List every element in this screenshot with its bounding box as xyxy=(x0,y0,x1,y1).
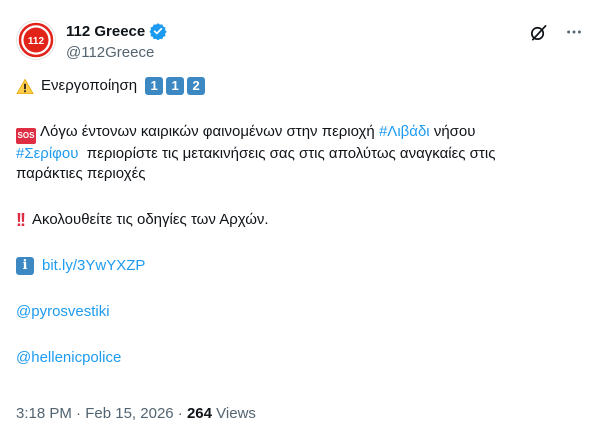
tweet-top-actions xyxy=(528,22,584,42)
hashtag-livadi[interactable]: #Λιβάδι xyxy=(379,123,430,140)
slash-circle-icon xyxy=(530,24,546,40)
meta-separator: · xyxy=(177,405,183,422)
tweet-date[interactable]: Feb 15, 2026 xyxy=(85,405,173,422)
mention-hellenicpolice[interactable]: @hellenicpolice xyxy=(16,348,121,368)
avatar[interactable]: 112 xyxy=(16,20,56,60)
tweet-line-link: i bit.ly/3YwYXZP xyxy=(16,256,582,276)
tweet-line-mention-2: @hellenicpolice xyxy=(16,348,582,368)
short-link[interactable]: bit.ly/3YwYXZP xyxy=(42,256,145,276)
author-name-row: 112 Greece xyxy=(66,22,167,40)
sos-icon: SOS xyxy=(16,128,36,144)
warning-text-4: παράκτιες περιοχές xyxy=(16,165,146,182)
tweet-meta: 3:18 PM · Feb 15, 2026 · 264 Views xyxy=(16,405,256,422)
author-handle[interactable]: @112Greece xyxy=(66,44,154,61)
more-button[interactable] xyxy=(564,22,584,42)
keycap-2: 2 xyxy=(187,77,206,95)
meta-separator: · xyxy=(76,405,82,422)
tweet-line-mention-1: @pyrosvestiki xyxy=(16,302,582,322)
views-label: Views xyxy=(216,405,256,422)
double-exclamation-icon: !! xyxy=(16,210,26,230)
keycap-1: 1 xyxy=(145,77,164,95)
tweet-body: Ενεργοποίηση 1 1 2 SOS Λόγω έντονων καιρι… xyxy=(16,76,582,368)
grok-button[interactable] xyxy=(528,22,548,42)
info-icon: i xyxy=(16,257,34,275)
keycap-1: 1 xyxy=(166,77,185,95)
instructions-text: Ακολουθείτε τις οδηγίες των Αρχών. xyxy=(32,211,269,228)
tweet-line-activation: Ενεργοποίηση 1 1 2 xyxy=(16,76,582,96)
verified-badge-icon xyxy=(149,23,167,40)
warning-icon xyxy=(16,78,34,94)
mention-pyrosvestiki[interactable]: @pyrosvestiki xyxy=(16,302,110,322)
tweet-paragraph-warning: SOS Λόγω έντονων καιρικών φαινομένων στην… xyxy=(16,122,582,184)
hashtag-serifou[interactable]: #Σερίφου xyxy=(16,145,78,162)
warning-text-3: περιορίστε τις μετακινήσεις σας στις απο… xyxy=(86,145,496,162)
avatar-text: 112 xyxy=(28,36,45,47)
avatar-logo-icon: 112 xyxy=(18,22,54,58)
tweet-line-instructions: !! Ακολουθείτε τις οδηγίες των Αρχών. xyxy=(16,210,582,230)
activation-text: Ενεργοποίηση xyxy=(41,77,138,94)
warning-text-2: νήσου xyxy=(433,123,476,140)
tweet-time[interactable]: 3:18 PM xyxy=(16,405,72,422)
more-icon xyxy=(567,30,581,34)
views-count: 264 xyxy=(186,405,212,422)
author-display-name[interactable]: 112 Greece xyxy=(66,23,145,40)
warning-text-1: Λόγω έντονων καιρικών φαινομένων στην πε… xyxy=(40,123,375,140)
